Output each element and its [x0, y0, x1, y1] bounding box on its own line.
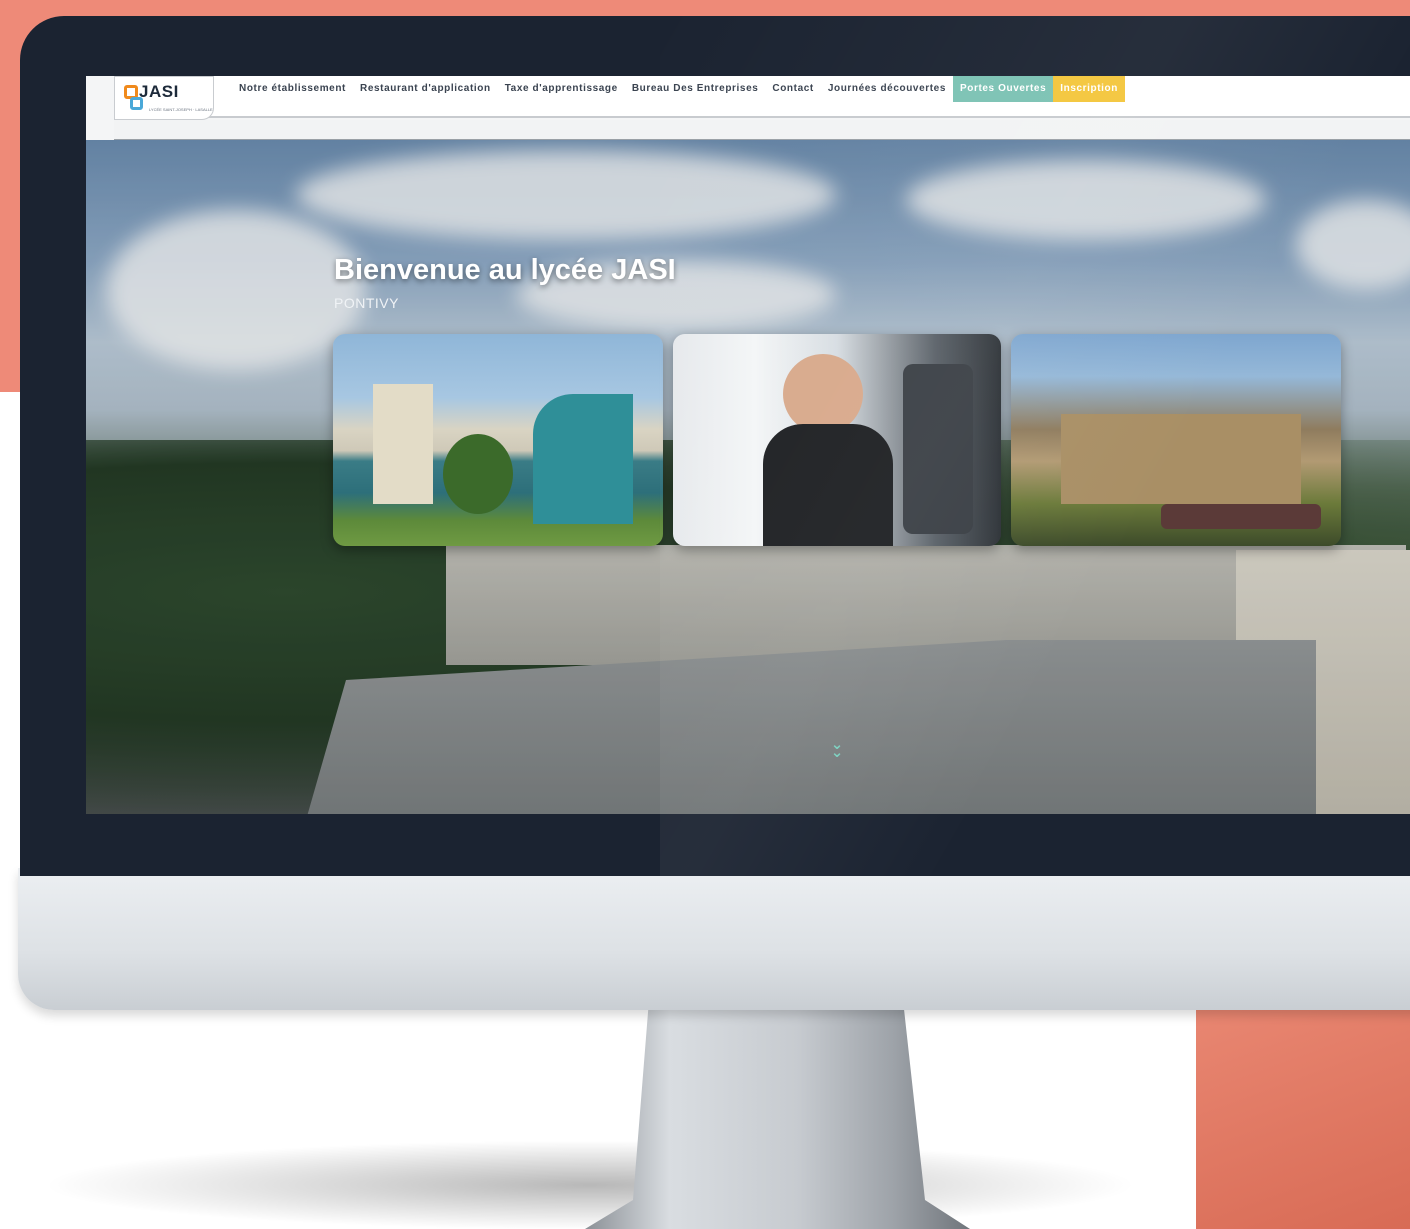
coral-background-bottom	[1196, 1004, 1410, 1229]
hero-subtitle: PONTIVY	[334, 295, 399, 311]
hero-card-building[interactable]	[333, 334, 663, 546]
monitor-stand	[585, 1000, 970, 1229]
nav-item-notre-etablissement[interactable]: Notre établissement	[232, 76, 353, 102]
site-header: JASI LYCÉE SAINT-JOSEPH · LASALLE Notre …	[114, 76, 1410, 120]
card-shrub	[443, 434, 513, 514]
stand-shadow	[40, 1140, 1140, 1229]
card-person-shirt	[763, 424, 893, 546]
card-parked-cars	[1161, 504, 1321, 529]
card-historic-facade	[1061, 414, 1301, 504]
monitor-chin	[18, 868, 1410, 1010]
main-nav: Notre établissement Restaurant d'applica…	[232, 76, 1125, 102]
header-separator	[114, 120, 1410, 140]
hero-title: Bienvenue au lycée JASI	[334, 254, 676, 286]
hero-card-student[interactable]	[673, 334, 1001, 546]
card-person-face	[783, 354, 863, 434]
nav-item-journees[interactable]: Journées découvertes	[821, 76, 953, 102]
nav-cta-portes-ouvertes[interactable]: Portes Ouvertes	[953, 76, 1054, 102]
card-machine-panel	[903, 364, 973, 534]
monitor-screen: JASI LYCÉE SAINT-JOSEPH · LASALLE Notre …	[86, 76, 1410, 814]
nav-item-restaurant[interactable]: Restaurant d'application	[353, 76, 498, 102]
chevron-double-down-icon[interactable]: ⌄ ⌄	[830, 737, 844, 760]
nav-item-bureau[interactable]: Bureau Des Entreprises	[625, 76, 766, 102]
site-logo[interactable]: JASI LYCÉE SAINT-JOSEPH · LASALLE	[114, 76, 214, 120]
hero-section: Bienvenue au lycée JASI PONTIVY ⌄ ⌄	[86, 140, 1410, 814]
logo-text: JASI	[139, 82, 179, 101]
logo-subtitle: LYCÉE SAINT-JOSEPH · LASALLE	[149, 107, 213, 112]
mockup-stage: JASI LYCÉE SAINT-JOSEPH · LASALLE Notre …	[0, 0, 1410, 1229]
nav-cta-inscription[interactable]: Inscription	[1053, 76, 1125, 102]
card-glass-facade	[533, 394, 633, 524]
card-building-wing	[373, 384, 433, 504]
hero-card-historic-building[interactable]	[1011, 334, 1341, 546]
nav-item-taxe[interactable]: Taxe d'apprentissage	[498, 76, 625, 102]
nav-item-contact[interactable]: Contact	[765, 76, 820, 102]
